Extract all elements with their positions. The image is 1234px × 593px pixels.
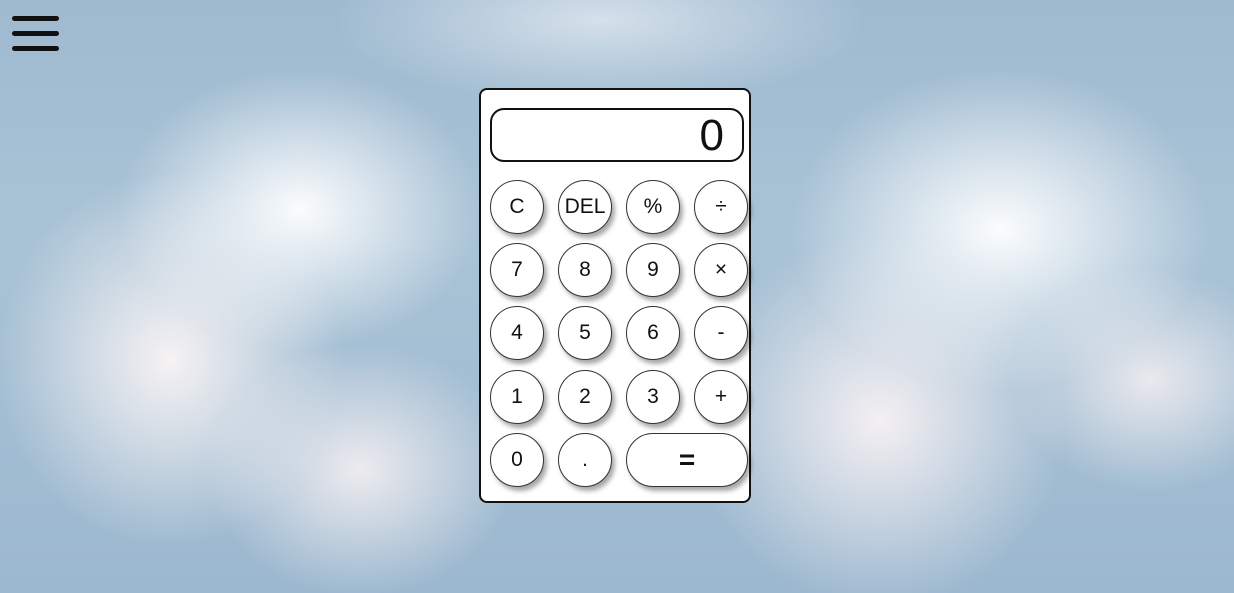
- hamburger-menu-icon[interactable]: [12, 14, 60, 54]
- subtract-button[interactable]: -: [694, 306, 748, 360]
- clear-button[interactable]: C: [490, 180, 544, 234]
- add-button[interactable]: +: [694, 370, 748, 424]
- digit-6-button[interactable]: 6: [626, 306, 680, 360]
- digit-7-button[interactable]: 7: [490, 243, 544, 297]
- divide-button[interactable]: ÷: [694, 180, 748, 234]
- digit-2-button[interactable]: 2: [558, 370, 612, 424]
- menu-bar-top: [12, 16, 59, 21]
- equals-button[interactable]: =: [626, 433, 748, 487]
- digit-1-button[interactable]: 1: [490, 370, 544, 424]
- calculator: 0 C DEL % ÷ 7 8 9 × 4 5 6 - 1 2 3 + 0 . …: [479, 88, 751, 503]
- digit-4-button[interactable]: 4: [490, 306, 544, 360]
- calculator-display: 0: [490, 108, 744, 162]
- digit-0-button[interactable]: 0: [490, 433, 544, 487]
- digit-9-button[interactable]: 9: [626, 243, 680, 297]
- delete-button[interactable]: DEL: [558, 180, 612, 234]
- digit-8-button[interactable]: 8: [558, 243, 612, 297]
- decimal-button[interactable]: .: [558, 433, 612, 487]
- menu-bar-bottom: [12, 46, 59, 51]
- percent-button[interactable]: %: [626, 180, 680, 234]
- menu-bar-middle: [12, 31, 59, 36]
- multiply-button[interactable]: ×: [694, 243, 748, 297]
- digit-5-button[interactable]: 5: [558, 306, 612, 360]
- digit-3-button[interactable]: 3: [626, 370, 680, 424]
